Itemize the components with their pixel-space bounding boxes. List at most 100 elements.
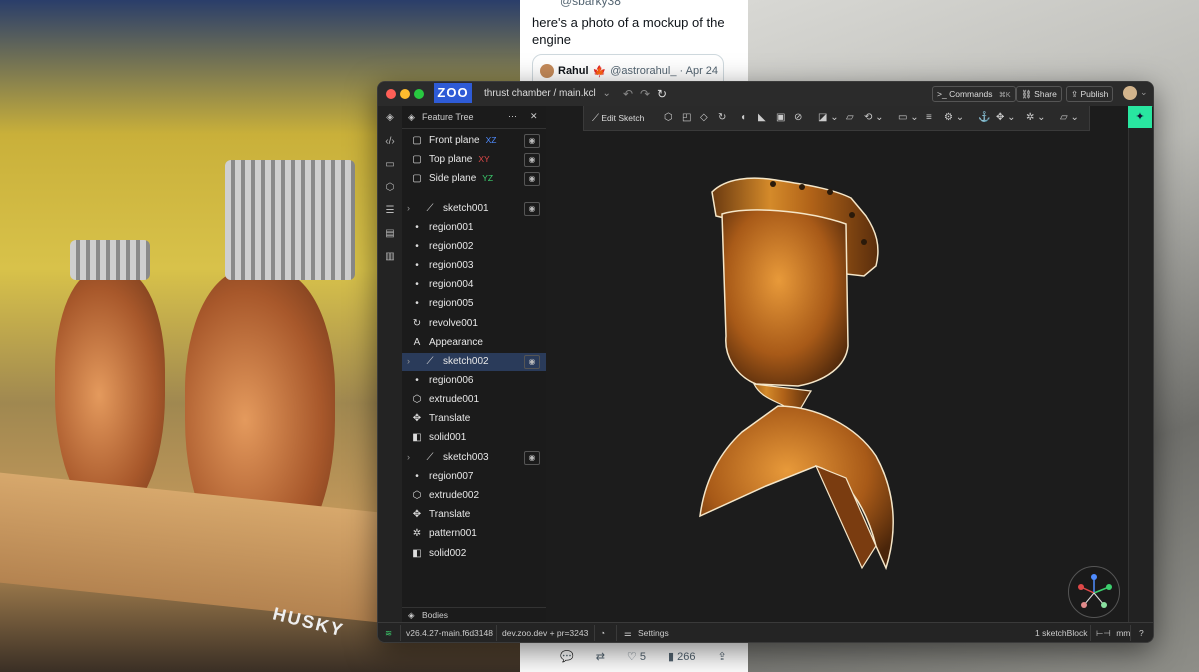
reply-icon[interactable]: 💬	[560, 650, 574, 663]
terminal-icon: >_	[937, 89, 947, 99]
cube-icon[interactable]: ⬡	[384, 182, 396, 194]
undo-icon[interactable]: ↶	[623, 87, 633, 101]
3d-viewport[interactable]: ⟋ Edit Sketch ⬡ ◰ ◇ ↻ ◖ ◣ ▣ ⊘ ◪ ⌄ ▱ ⟲ ⌄ …	[546, 106, 1128, 622]
file-path-menu[interactable]: thrust chamber / main.kcl ⌄	[484, 88, 611, 99]
divider	[496, 625, 497, 641]
tree-item-appearance[interactable]: A Appearance	[402, 334, 546, 352]
visibility-toggle-icon[interactable]: ◉	[524, 355, 540, 369]
dot-icon: •	[415, 298, 419, 309]
tree-item-region004[interactable]: • region004	[402, 276, 546, 294]
tree-item-label: region006	[429, 375, 474, 386]
tree-item-region001[interactable]: • region001	[402, 219, 546, 237]
bar-chart-icon: ▮	[667, 651, 675, 663]
assistant-button[interactable]: ✦	[1128, 106, 1152, 128]
maximize-window-button[interactable]	[414, 89, 424, 99]
visibility-toggle-icon[interactable]: ◉	[524, 172, 540, 186]
retweet-icon[interactable]: ⇄	[596, 650, 605, 663]
timer-icon[interactable]: ◔	[600, 628, 605, 638]
tree-item-sketch002[interactable]: › ⟋ sketch002 ◉	[402, 353, 546, 371]
close-icon[interactable]: ✕	[530, 111, 538, 122]
chevron-right-icon[interactable]: ›	[407, 356, 410, 366]
chevron-down-icon[interactable]: ⌄	[1140, 87, 1148, 98]
settings-label: Settings	[638, 628, 669, 638]
visibility-toggle-icon[interactable]: ◉	[524, 134, 540, 148]
chevron-right-icon[interactable]: ›	[407, 203, 410, 213]
commands-button[interactable]: >_ Commands ⌘K	[932, 86, 1016, 102]
tree-item-pattern001[interactable]: ✲ pattern001	[402, 525, 546, 543]
list-icon[interactable]: ☰	[384, 205, 396, 217]
view-count: 266	[677, 651, 696, 663]
tree-item-side-plane[interactable]: ▢ Side plane YZ ◉	[402, 170, 546, 188]
close-window-button[interactable]	[386, 89, 396, 99]
tree-item-translate[interactable]: ✥ Translate	[402, 506, 546, 524]
redo-icon[interactable]: ↷	[640, 87, 650, 101]
bodies-section[interactable]: ◈ Bodies	[402, 607, 546, 622]
divider	[594, 625, 595, 641]
tree-item-region002[interactable]: • region002	[402, 238, 546, 256]
divider	[1090, 625, 1091, 641]
help-button[interactable]: ?	[1139, 628, 1144, 638]
tree-item-label: sketch002	[443, 356, 489, 367]
sketch-icon: ⟋	[426, 203, 434, 214]
tree-item-sketch001[interactable]: › ⟋ sketch001 ◉	[402, 200, 546, 218]
tree-item-solid001[interactable]: ◧ solid001	[402, 429, 546, 447]
sketch-icon: ⟋	[426, 356, 434, 367]
file-import-icon[interactable]: ▥	[384, 251, 396, 263]
like-button[interactable]: ♡ 5	[627, 650, 646, 663]
tree-item-region006[interactable]: • region006	[402, 372, 546, 390]
settings-button[interactable]: ⚌ Settings	[624, 628, 669, 639]
units-button[interactable]: ⊢⊣ mm	[1096, 628, 1130, 639]
tree-item-solid002[interactable]: ◧ solid002	[402, 545, 546, 563]
views-button[interactable]: ▮ 266	[668, 650, 695, 663]
sketch-block-count[interactable]: 1 sketchBlock	[1035, 628, 1087, 638]
view-orientation-gizmo[interactable]	[1068, 566, 1120, 618]
right-panel-rail	[1128, 128, 1153, 622]
chevron-right-icon[interactable]: ›	[407, 452, 410, 462]
visibility-toggle-icon[interactable]: ◉	[524, 202, 540, 216]
solid-icon: ◧	[412, 548, 422, 559]
refresh-icon[interactable]: ↻	[657, 87, 667, 101]
more-icon[interactable]: ⋯	[508, 111, 517, 122]
dot-icon: •	[415, 260, 419, 271]
user-avatar[interactable]	[1123, 86, 1137, 100]
share-button[interactable]: ⛓ Share	[1016, 86, 1062, 102]
tree-item-revolve001[interactable]: ↻ revolve001	[402, 315, 546, 333]
tree-item-sketch003[interactable]: › ⟋ sketch003 ◉	[402, 449, 546, 467]
network-status-icon[interactable]: ≋	[385, 628, 392, 639]
visibility-toggle-icon[interactable]: ◉	[524, 451, 540, 465]
app-version[interactable]: v26.4.27-main.f6d3148	[406, 628, 493, 638]
feature-tree-header: ◈ Feature Tree ⋯ ✕	[402, 106, 546, 129]
sparkle-icon: ✦	[1135, 111, 1145, 123]
thrust-chamber-model[interactable]	[546, 106, 1128, 622]
tree-item-label: pattern001	[429, 528, 477, 539]
folder-icon[interactable]: ▭	[384, 159, 396, 171]
visibility-toggle-icon[interactable]: ◉	[524, 153, 540, 167]
zoo-logo[interactable]: ZOO	[434, 83, 472, 103]
share-icon[interactable]: ⇪	[717, 650, 726, 663]
status-bar: ≋ v26.4.27-main.f6d3148 dev.zoo.dev + pr…	[378, 622, 1153, 642]
tree-item-translate[interactable]: ✥ Translate	[402, 410, 546, 428]
feature-tree-icon[interactable]: ◈	[384, 112, 396, 124]
tree-item-top-plane[interactable]: ▢ Top plane XY ◉	[402, 151, 546, 169]
flag-icon: 🍁	[592, 65, 607, 78]
heart-icon: ♡	[626, 651, 637, 663]
tree-item-extrude001[interactable]: ⬡ extrude001	[402, 391, 546, 409]
code-icon[interactable]: ‹/›	[384, 136, 396, 148]
plane-icon: ▢	[412, 173, 422, 184]
environment-label[interactable]: dev.zoo.dev + pr=3243	[502, 628, 588, 638]
file-export-icon[interactable]: ▤	[384, 228, 396, 240]
tree-item-front-plane[interactable]: ▢ Front plane XZ ◉	[402, 132, 546, 150]
tree-item-region003[interactable]: • region003	[402, 257, 546, 275]
tree-item-extrude002[interactable]: ⬡ extrude002	[402, 487, 546, 505]
avatar	[540, 64, 554, 78]
tree-item-label: sketch003	[443, 452, 489, 463]
quote-author-name: Rahul	[558, 65, 589, 77]
tweet-handle[interactable]: @sbarky38	[560, 0, 621, 8]
tree-item-text: Side plane	[429, 173, 477, 184]
tree-item-region005[interactable]: • region005	[402, 295, 546, 313]
zoo-design-studio-window: ZOO thrust chamber / main.kcl ⌄ ↶ ↷ ↻ >_…	[377, 81, 1154, 643]
share-label: Share	[1034, 89, 1057, 99]
tree-item-region007[interactable]: • region007	[402, 468, 546, 486]
minimize-window-button[interactable]	[400, 89, 410, 99]
publish-button[interactable]: ⇪ Publish	[1066, 86, 1114, 102]
